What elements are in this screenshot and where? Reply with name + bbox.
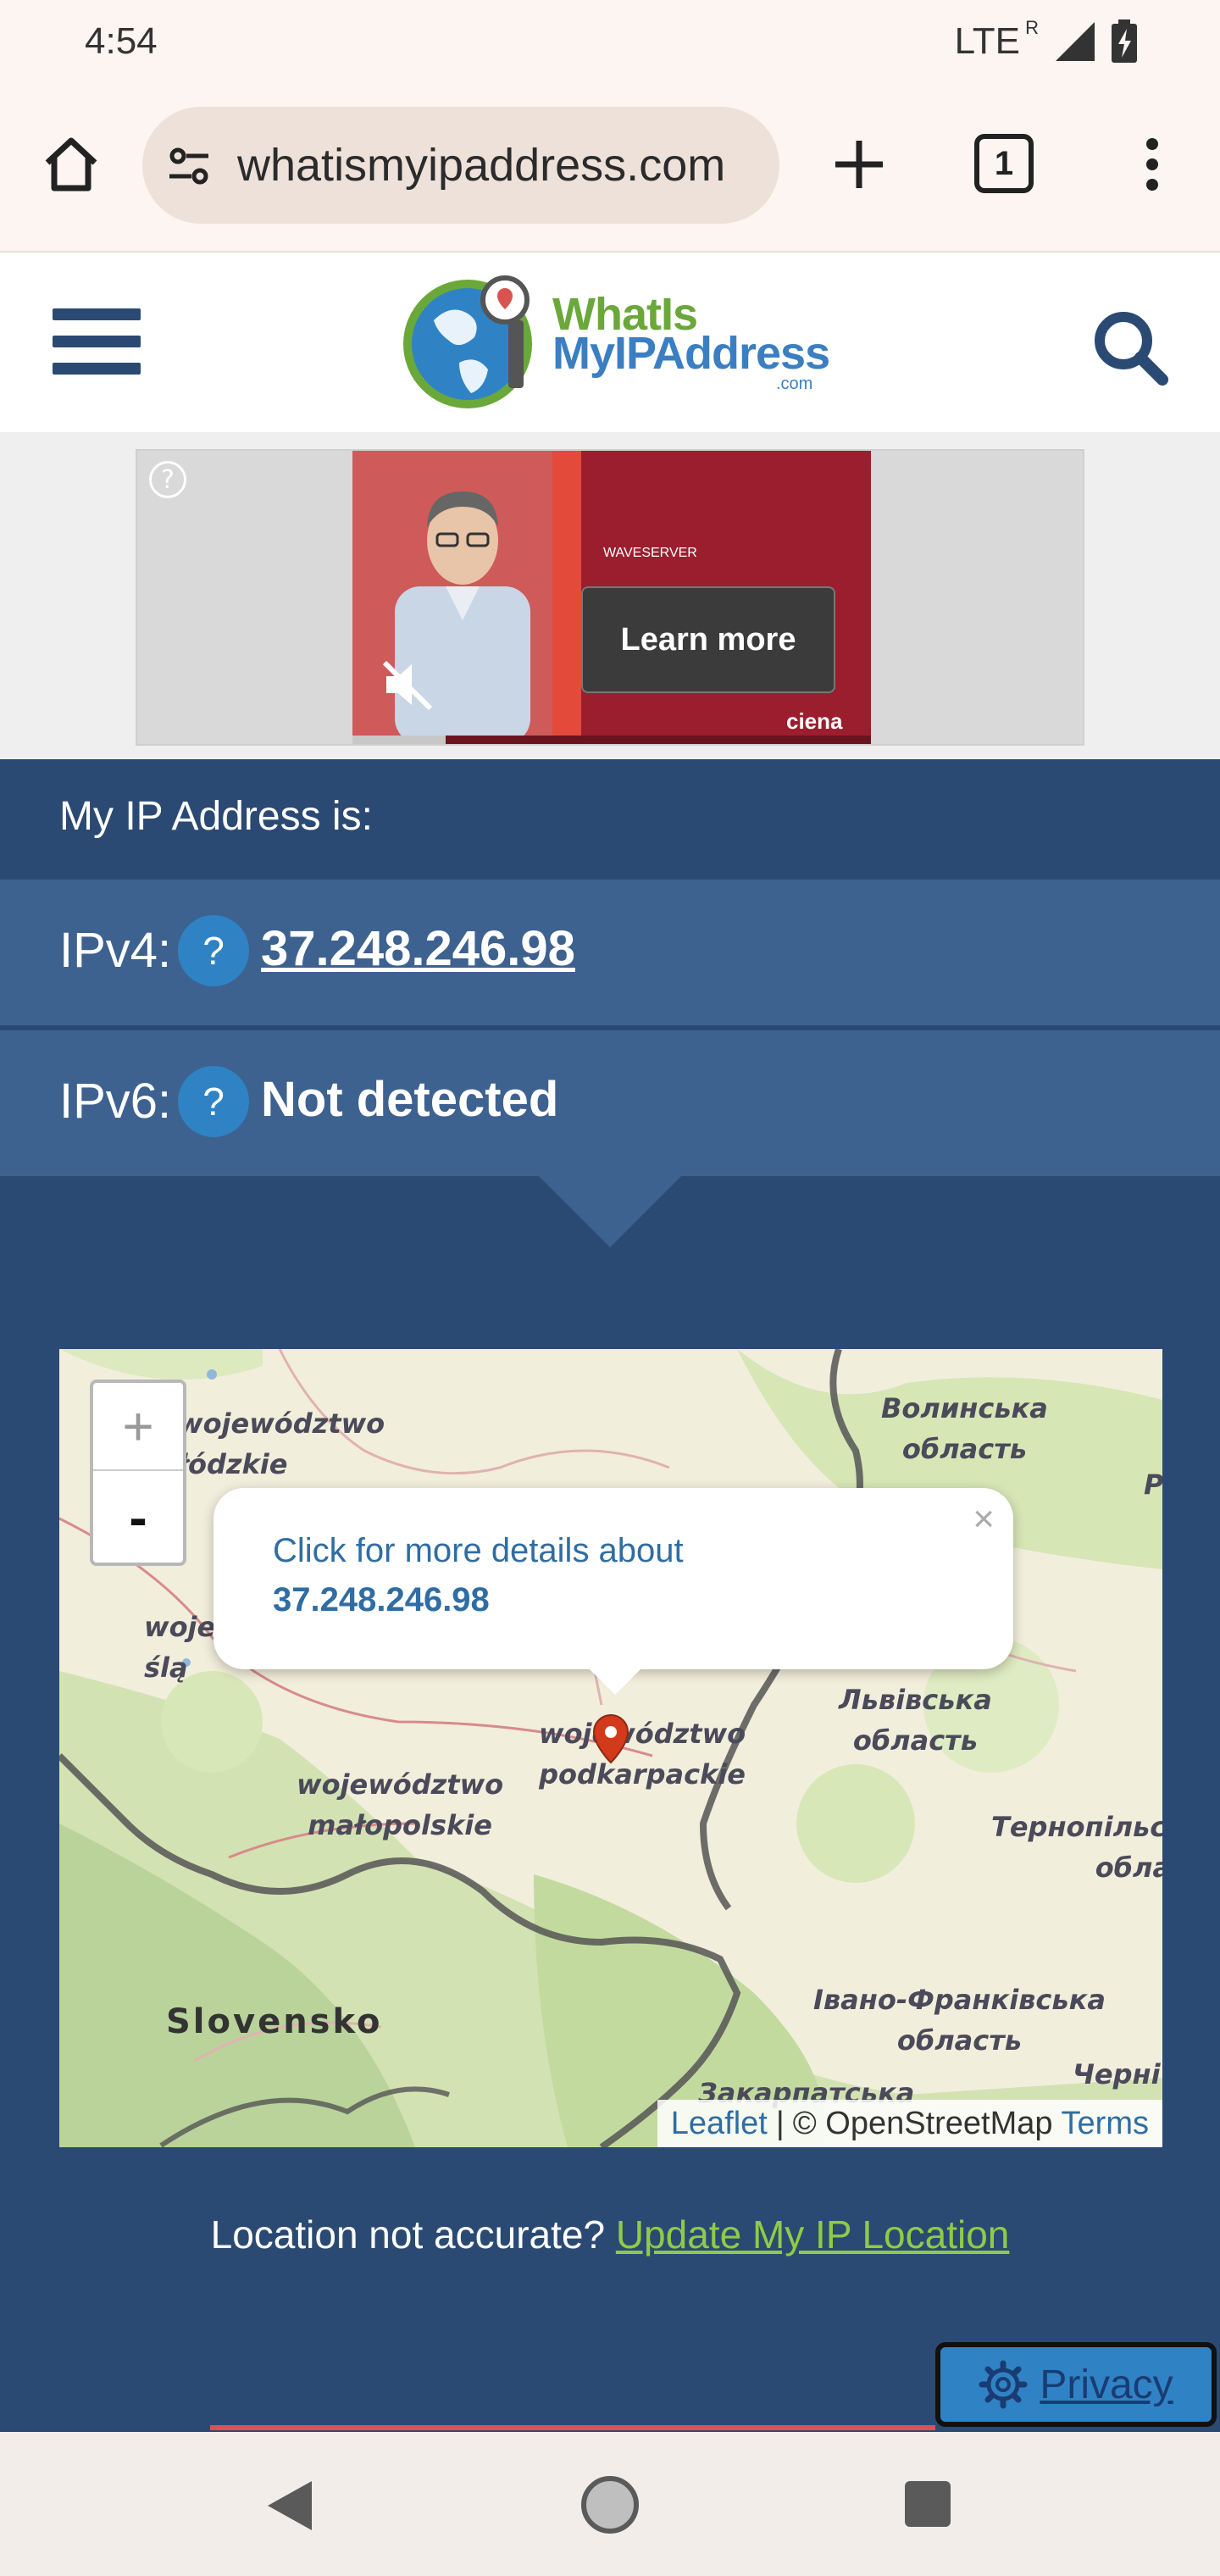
map-popup[interactable]: Click for more details about 37.248.246.… (214, 1488, 1013, 1695)
site-settings-icon[interactable] (166, 142, 214, 190)
battery-charging-icon (1112, 19, 1137, 63)
learn-more-button[interactable]: Learn more (581, 586, 835, 693)
ipv6-row: IPv6: ? Not detected (0, 1030, 1220, 1176)
ad-container: ? WAVESERVER Learn more ciena (0, 432, 1220, 759)
logo-text-com: .com (776, 375, 813, 393)
ad-video[interactable]: WAVESERVER Learn more ciena (352, 451, 871, 744)
map-label-ivano: Івано-Франківська область (813, 1984, 1106, 2057)
zoom-control: + - (90, 1380, 186, 1566)
system-nav-bar (0, 2432, 1220, 2576)
map-label-malopolskie: województwo małopolskie (297, 1768, 504, 1841)
recents-icon[interactable] (905, 2481, 951, 2527)
site-logo[interactable]: WhatIs MyIPAddress .com (400, 269, 832, 414)
map-label-slovensko: Slovensko (166, 2002, 383, 2041)
pointer-arrow (534, 1171, 686, 1247)
address-bar[interactable]: whatismyipaddress.com (142, 107, 779, 224)
privacy-button[interactable]: Privacy (935, 2342, 1217, 2427)
map-label-chernivtsi: Черні (1073, 2058, 1161, 2090)
section-divider (210, 2425, 935, 2430)
search-icon[interactable] (1088, 305, 1173, 390)
gear-icon (979, 2360, 1028, 2409)
ad-stripe (552, 451, 581, 744)
map-label-lviv: Львівська область (839, 1684, 992, 1757)
map-label-volyn: Волинська область (881, 1392, 1048, 1465)
home-icon[interactable] (37, 130, 105, 198)
popup-close-icon[interactable]: × (973, 1498, 995, 1541)
ad-advertiser-logo: ciena (786, 708, 843, 734)
location-accuracy-line: Location not accurate? Update My IP Loca… (0, 2212, 1220, 2257)
leaflet-link[interactable]: Leaflet (671, 2106, 768, 2142)
ad-progress-fill (352, 736, 446, 744)
ipv6-value: Not detected (261, 1072, 559, 1127)
ad-info-icon[interactable]: ? (149, 461, 186, 498)
location-question: Location not accurate? (210, 2212, 606, 2257)
popup-ip[interactable]: 37.248.246.98 (273, 1581, 490, 1619)
ipv4-row: IPv4: ? 37.248.246.98 (0, 880, 1220, 1025)
network-type: LTE R (954, 17, 1039, 63)
ad-frame: ? WAVESERVER Learn more ciena (136, 449, 1084, 746)
map-label-lodzkie: województwo łódzkie (178, 1407, 385, 1480)
location-map[interactable]: województwo łódzkie Волинська область wo… (59, 1349, 1162, 2147)
status-bar: 4:54 LTE R (0, 0, 1220, 85)
url-text[interactable]: whatismyipaddress.com (237, 139, 725, 192)
attribution-separator: | (775, 2105, 785, 2141)
terms-link[interactable]: Terms (1062, 2106, 1149, 2142)
signal-icon (1056, 22, 1095, 61)
ipv4-label: IPv4: (59, 923, 172, 978)
zoom-in-button[interactable]: + (93, 1383, 183, 1471)
ipv4-value-link[interactable]: 37.248.246.98 (261, 920, 575, 977)
update-location-link[interactable]: Update My IP Location (616, 2212, 1010, 2257)
status-indicators: LTE R (954, 17, 1139, 64)
map-label-p-partial: Р (1144, 1468, 1162, 1501)
map-marker-icon[interactable] (591, 1713, 630, 1764)
map-attribution: Leaflet | © OpenStreetMap Terms (657, 2100, 1162, 2147)
ipv6-help-icon[interactable]: ? (178, 1066, 249, 1137)
overflow-menu-icon[interactable] (1127, 130, 1178, 198)
logo-text-myipaddress: MyIPAddress (552, 328, 830, 379)
ipv4-help-icon[interactable]: ? (178, 915, 249, 986)
ip-info-section: My IP Address is: IPv4: ? 37.248.246.98 … (0, 759, 1220, 2454)
new-tab-icon[interactable] (825, 130, 893, 198)
globe-logo-icon (403, 275, 532, 408)
site-header: WhatIs MyIPAddress .com (0, 253, 1220, 432)
popup-text[interactable]: Click for more details about (273, 1532, 684, 1570)
status-time: 4:54 (85, 20, 158, 62)
map-label-podkarpackie: województwo podkarpackie (539, 1718, 746, 1790)
back-icon[interactable] (261, 2476, 320, 2535)
tab-switcher-icon[interactable]: 1 (974, 134, 1034, 193)
osm-attribution: © OpenStreetMap (792, 2105, 1053, 2141)
zoom-out-button[interactable]: - (93, 1473, 183, 1563)
map-label-ternopil: Тернопільська область (991, 1811, 1162, 1884)
popup-tip (586, 1666, 644, 1695)
ipv6-label: IPv6: (59, 1074, 172, 1129)
browser-toolbar: whatismyipaddress.com 1 (0, 85, 1220, 253)
ad-progress-bar (352, 736, 871, 744)
network-label: LTE (954, 20, 1020, 62)
muted-speaker-icon[interactable] (378, 654, 439, 715)
home-nav-icon[interactable] (581, 2476, 639, 2534)
privacy-label[interactable]: Privacy (1040, 2362, 1173, 2408)
hamburger-menu-icon[interactable] (53, 308, 141, 376)
ad-brand-line: WAVESERVER (603, 546, 697, 560)
ip-section-title: My IP Address is: (59, 794, 373, 839)
roaming-indicator: R (1025, 17, 1039, 38)
